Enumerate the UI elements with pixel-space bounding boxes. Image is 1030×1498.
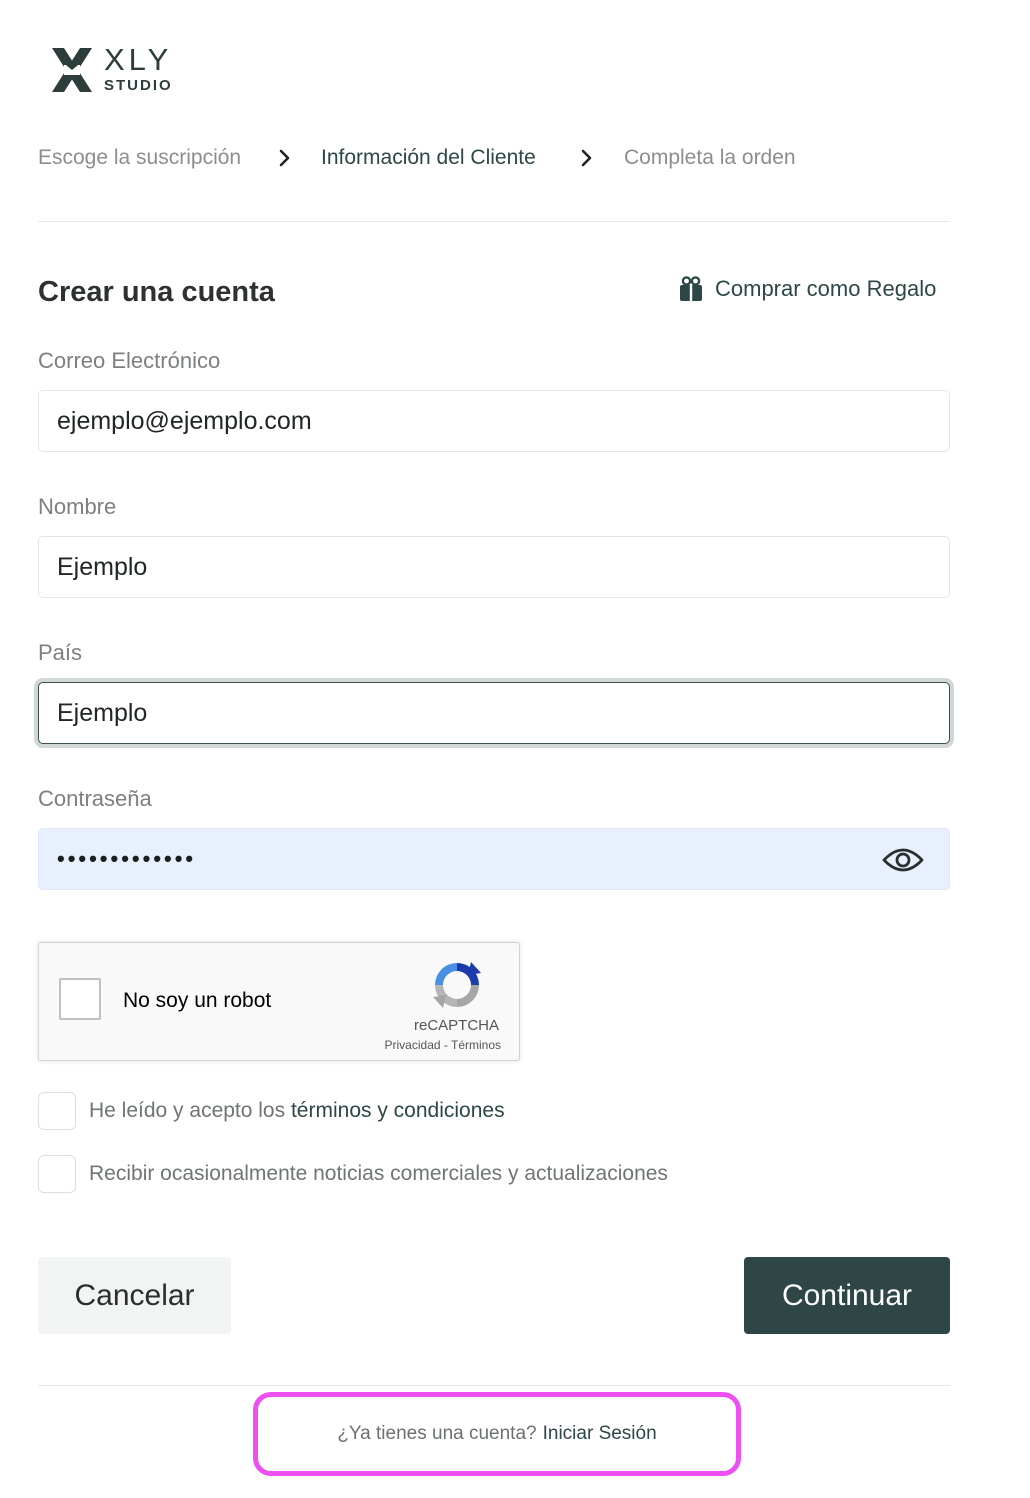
buy-as-gift-label: Comprar como Regalo [715, 276, 937, 301]
chevron-right-icon [581, 149, 592, 167]
cancel-button[interactable]: Cancelar [38, 1257, 231, 1334]
terms-checkbox-row: He leído y acepto los términos y condici… [38, 1092, 505, 1130]
xly-logo-icon [52, 48, 92, 92]
name-field[interactable]: Ejemplo [38, 536, 950, 598]
country-value: Ejemplo [57, 698, 148, 727]
recaptcha-label: No soy un robot [123, 989, 272, 1012]
brand-logo[interactable]: XLY STUDIO [50, 44, 190, 96]
recaptcha-logo-icon [433, 962, 481, 1008]
recaptcha-privacy-terms-links[interactable]: Privacidad - Términos [385, 1037, 501, 1053]
recaptcha-checkbox[interactable] [59, 978, 101, 1020]
country-field[interactable]: Ejemplo [38, 682, 950, 744]
continue-button[interactable]: Continuar [744, 1257, 950, 1334]
email-field[interactable]: ejemplo@ejemplo.com [38, 390, 950, 452]
password-field[interactable]: ••••••••••••• [38, 828, 950, 890]
terms-link[interactable]: términos y condiciones [291, 1099, 505, 1122]
brand-subname: STUDIO [104, 77, 173, 94]
page-title: Crear una cuenta [38, 276, 275, 308]
header-divider [38, 221, 950, 222]
name-value: Ejemplo [57, 552, 148, 581]
step-choose-subscription[interactable]: Escoge la suscripción [38, 145, 241, 171]
step-complete-order[interactable]: Completa la orden [624, 145, 796, 171]
newsletter-label: Recibir ocasionalmente noticias comercia… [89, 1162, 668, 1185]
brand-name: XLY [104, 42, 173, 77]
buy-as-gift-link[interactable]: Comprar como Regalo [679, 274, 936, 304]
password-label: Contraseña [38, 786, 152, 811]
newsletter-checkbox[interactable] [38, 1155, 76, 1193]
newsletter-checkbox-row: Recibir ocasionalmente noticias comercia… [38, 1155, 668, 1193]
terms-label: He leído y acepto los términos y condici… [89, 1098, 505, 1124]
email-value: ejemplo@ejemplo.com [57, 406, 312, 435]
login-question: ¿Ya tienes una cuenta? [337, 1423, 537, 1444]
login-prompt: ¿Ya tienes una cuenta? Iniciar Sesión [253, 1392, 741, 1476]
password-value: ••••••••••••• [57, 846, 197, 871]
terms-checkbox[interactable] [38, 1092, 76, 1130]
name-label: Nombre [38, 494, 117, 519]
recaptcha-brand: reCAPTCHA [413, 1017, 499, 1034]
footer-divider [38, 1385, 950, 1386]
terms-label-prefix: He leído y acepto los [89, 1099, 286, 1122]
show-password-eye-icon[interactable] [882, 843, 924, 877]
step-customer-info[interactable]: Información del Cliente [321, 145, 536, 171]
email-label: Correo Electrónico [38, 348, 221, 373]
gift-icon [680, 276, 702, 301]
login-link[interactable]: Iniciar Sesión [543, 1423, 657, 1445]
chevron-right-icon [279, 149, 290, 167]
recaptcha-widget: No soy un robot reCAPTCHA Privacidad - T… [38, 942, 520, 1061]
country-label: País [38, 640, 83, 665]
